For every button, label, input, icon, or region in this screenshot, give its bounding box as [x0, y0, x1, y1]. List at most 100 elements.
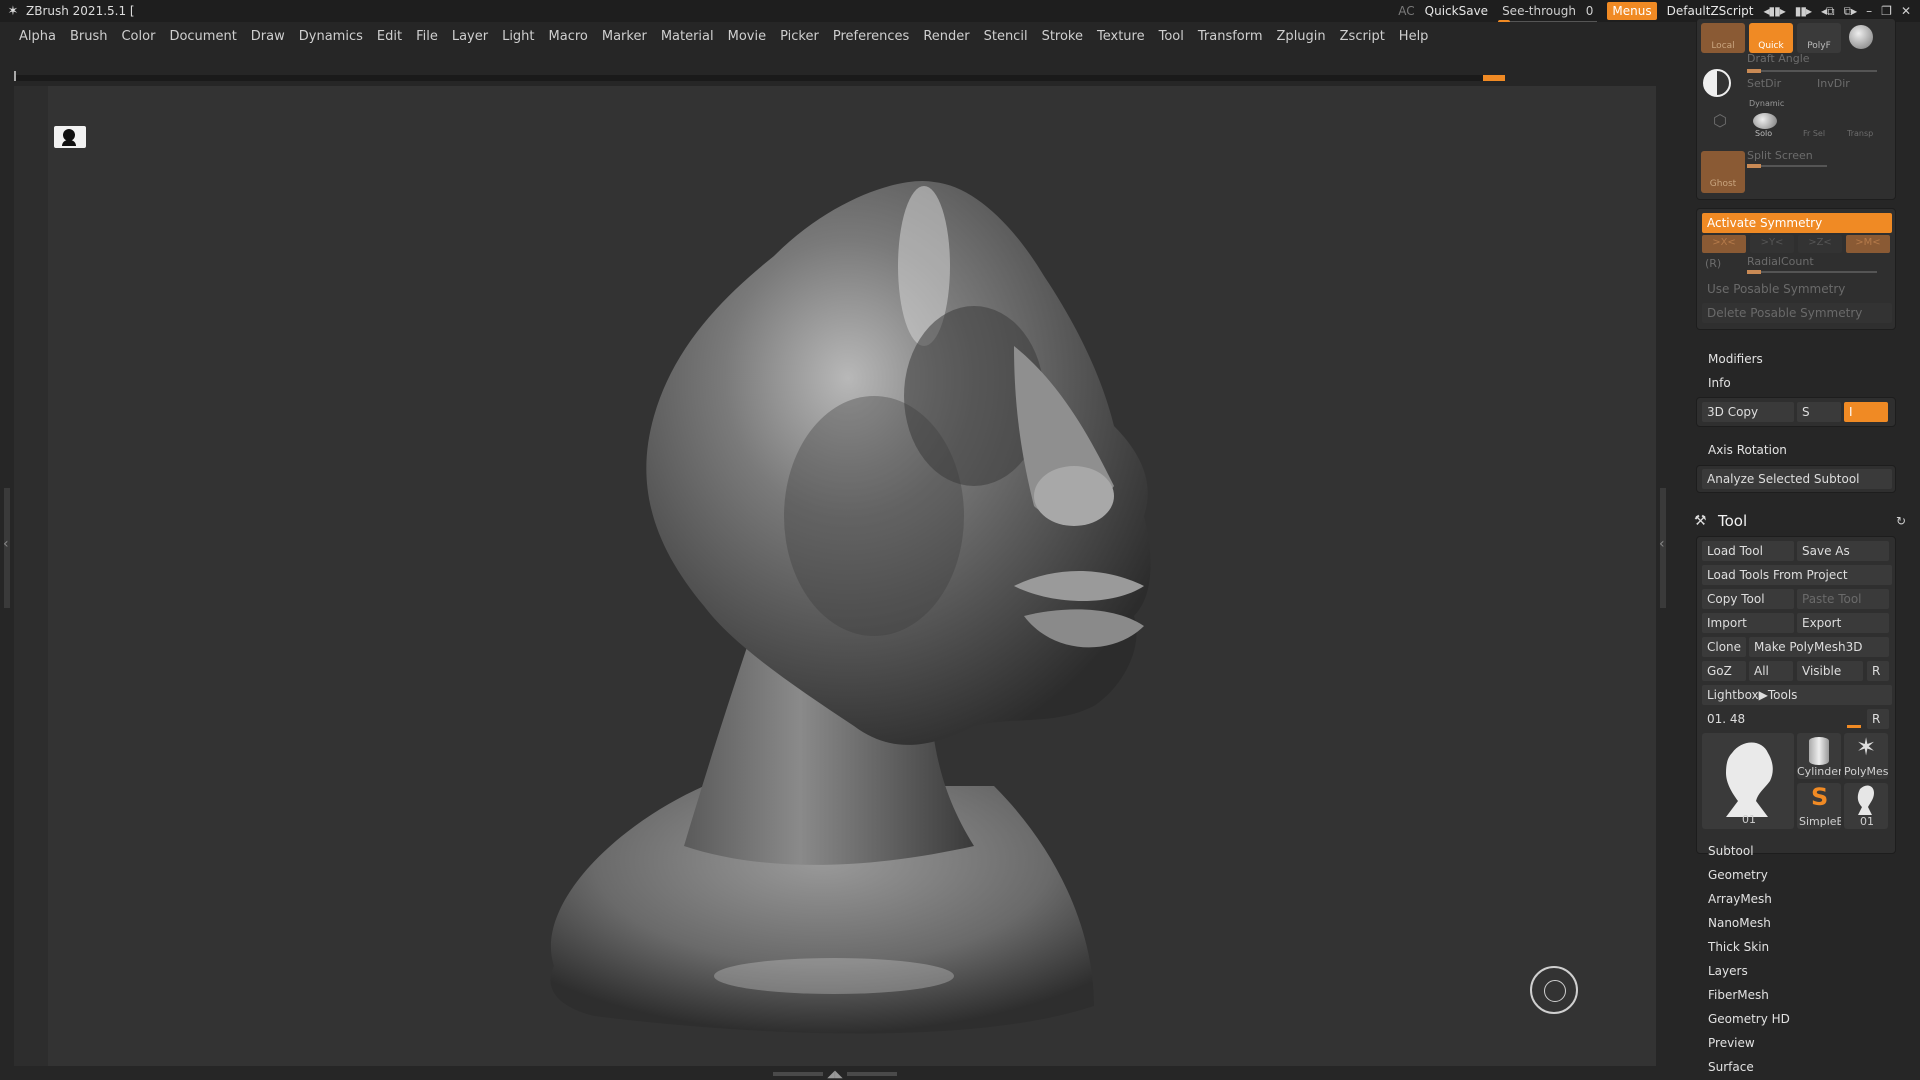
- subtool-section[interactable]: Subtool: [1708, 844, 1754, 858]
- tool-slider[interactable]: 01. 48: [1702, 709, 1862, 729]
- menu-light[interactable]: Light: [502, 29, 534, 44]
- menu-document[interactable]: Document: [169, 29, 236, 44]
- goz-r-button[interactable]: R: [1867, 661, 1889, 681]
- copy3d-i-button[interactable]: I: [1844, 402, 1888, 422]
- menu-draw[interactable]: Draw: [251, 29, 285, 44]
- x-axis-button[interactable]: >X<: [1702, 235, 1746, 253]
- tool-slider-thumb[interactable]: [1847, 725, 1861, 728]
- menu-render[interactable]: Render: [923, 29, 969, 44]
- copy-tool-button[interactable]: Copy Tool: [1702, 589, 1794, 609]
- menu-help[interactable]: Help: [1399, 29, 1429, 44]
- split-screen-slider[interactable]: [1747, 164, 1827, 168]
- half-circle-icon[interactable]: [1703, 69, 1731, 97]
- load-tool-button[interactable]: Load Tool: [1702, 541, 1794, 561]
- menu-zplugin[interactable]: Zplugin: [1277, 29, 1326, 44]
- material-sphere-icon[interactable]: [1849, 25, 1873, 49]
- layout-icon-1[interactable]: ◂▮▮▸: [1763, 4, 1785, 18]
- analyze-selected-subtool-button[interactable]: Analyze Selected Subtool: [1702, 469, 1892, 489]
- save-as-button[interactable]: Save As: [1797, 541, 1889, 561]
- radial-count-slider[interactable]: [1747, 270, 1877, 274]
- menu-layer[interactable]: Layer: [452, 29, 488, 44]
- layers-section[interactable]: Layers: [1708, 964, 1748, 978]
- menu-macro[interactable]: Macro: [549, 29, 588, 44]
- tool-thumb-simpleb[interactable]: S SimpleB: [1797, 783, 1841, 829]
- invdir-button[interactable]: InvDir: [1817, 77, 1850, 90]
- menu-picker[interactable]: Picker: [780, 29, 819, 44]
- delete-posable-symmetry-button[interactable]: Delete Posable Symmetry: [1702, 303, 1892, 323]
- tool-thumb-cylinder[interactable]: Cylinder: [1797, 733, 1841, 779]
- menu-marker[interactable]: Marker: [602, 29, 647, 44]
- nanomesh-section[interactable]: NanoMesh: [1708, 916, 1771, 930]
- thick-skin-section[interactable]: Thick Skin: [1708, 940, 1769, 954]
- menu-zscript[interactable]: Zscript: [1340, 29, 1385, 44]
- tool-slider-r-button[interactable]: R: [1867, 709, 1889, 729]
- menu-transform[interactable]: Transform: [1198, 29, 1263, 44]
- setdir-button[interactable]: SetDir: [1747, 77, 1781, 90]
- frsel-button[interactable]: Fr Sel: [1803, 129, 1825, 138]
- menu-tool[interactable]: Tool: [1159, 29, 1184, 44]
- quick-button[interactable]: Quick: [1749, 23, 1793, 53]
- script-label[interactable]: DefaultZScript: [1667, 4, 1754, 18]
- viewport-canvas[interactable]: [14, 86, 1656, 1066]
- preview-section[interactable]: Preview: [1708, 1036, 1755, 1050]
- copy3d-button[interactable]: 3D Copy: [1702, 402, 1794, 422]
- menu-stencil[interactable]: Stencil: [984, 29, 1028, 44]
- restore-icon[interactable]: ❐: [1881, 4, 1892, 18]
- solo-button[interactable]: Solo: [1755, 129, 1772, 138]
- camera-icon[interactable]: [54, 126, 86, 148]
- minimize-icon[interactable]: –: [1866, 4, 1872, 18]
- menus-button[interactable]: Menus: [1607, 2, 1657, 20]
- transp-button[interactable]: Transp: [1847, 129, 1873, 138]
- see-through-slider[interactable]: See-through 0: [1498, 4, 1598, 24]
- head-model[interactable]: [454, 86, 1234, 1066]
- window-icon[interactable]: ◂⧉: [1821, 4, 1835, 19]
- tool-thumb-small[interactable]: 01: [1844, 783, 1888, 829]
- menu-preferences[interactable]: Preferences: [833, 29, 909, 44]
- polyf-button[interactable]: PolyF: [1797, 23, 1841, 53]
- fibermesh-section[interactable]: FiberMesh: [1708, 988, 1769, 1002]
- clone-button[interactable]: Clone: [1702, 637, 1746, 657]
- tool-thumb-main[interactable]: 01: [1702, 733, 1794, 829]
- import-button[interactable]: Import: [1702, 613, 1794, 633]
- progress-marker[interactable]: [1483, 75, 1505, 81]
- right-tray-handle[interactable]: [1659, 488, 1666, 608]
- lightbox-tools-button[interactable]: Lightbox▶Tools: [1702, 685, 1892, 705]
- menu-file[interactable]: File: [416, 29, 438, 44]
- visible-button[interactable]: Visible: [1797, 661, 1863, 681]
- local-button[interactable]: Local: [1701, 23, 1745, 53]
- z-axis-button[interactable]: >Z<: [1798, 235, 1842, 253]
- close-icon[interactable]: ✕: [1901, 4, 1911, 18]
- menu-color[interactable]: Color: [121, 29, 155, 44]
- use-posable-symmetry-button[interactable]: Use Posable Symmetry: [1702, 279, 1892, 299]
- cube-icon[interactable]: ⬡: [1713, 111, 1727, 130]
- paste-tool-button[interactable]: Paste Tool: [1797, 589, 1889, 609]
- goz-button[interactable]: GoZ: [1702, 661, 1746, 681]
- export-button[interactable]: Export: [1797, 613, 1889, 633]
- gizmo-icon[interactable]: [1530, 966, 1578, 1014]
- reset-icon[interactable]: ↻: [1896, 514, 1906, 528]
- tool-palette-header[interactable]: ⚒ Tool ↻: [1690, 509, 1920, 535]
- axis-rotation-section[interactable]: Axis Rotation: [1708, 443, 1787, 457]
- arraymesh-section[interactable]: ArrayMesh: [1708, 892, 1772, 906]
- layout-icon-2[interactable]: ▮▮▸: [1795, 4, 1812, 18]
- quicksave-button[interactable]: QuickSave: [1425, 4, 1488, 18]
- bottom-handle-arrow-icon[interactable]: ◢◣: [827, 1069, 842, 1080]
- window-icon-2[interactable]: ⧉▸: [1844, 4, 1858, 19]
- menu-edit[interactable]: Edit: [377, 29, 402, 44]
- radial-r-button[interactable]: (R): [1705, 257, 1721, 270]
- menu-movie[interactable]: Movie: [728, 29, 766, 44]
- geometry-section[interactable]: Geometry: [1708, 868, 1768, 882]
- m-axis-button[interactable]: >M<: [1846, 235, 1890, 253]
- load-tools-from-project-button[interactable]: Load Tools From Project: [1702, 565, 1892, 585]
- menu-dynamics[interactable]: Dynamics: [299, 29, 363, 44]
- tool-thumb-polymesh[interactable]: ✶ PolyMes: [1844, 733, 1888, 779]
- copy3d-s-button[interactable]: S: [1797, 402, 1841, 422]
- menu-material[interactable]: Material: [661, 29, 714, 44]
- left-tray-handle[interactable]: [3, 488, 10, 608]
- menu-alpha[interactable]: Alpha: [19, 29, 56, 44]
- make-polymesh3d-button[interactable]: Make PolyMesh3D: [1749, 637, 1889, 657]
- draft-angle-slider[interactable]: [1747, 69, 1877, 73]
- solo-icon[interactable]: [1753, 113, 1777, 129]
- geometry-hd-section[interactable]: Geometry HD: [1708, 1012, 1790, 1026]
- ac-label[interactable]: AC: [1398, 4, 1414, 18]
